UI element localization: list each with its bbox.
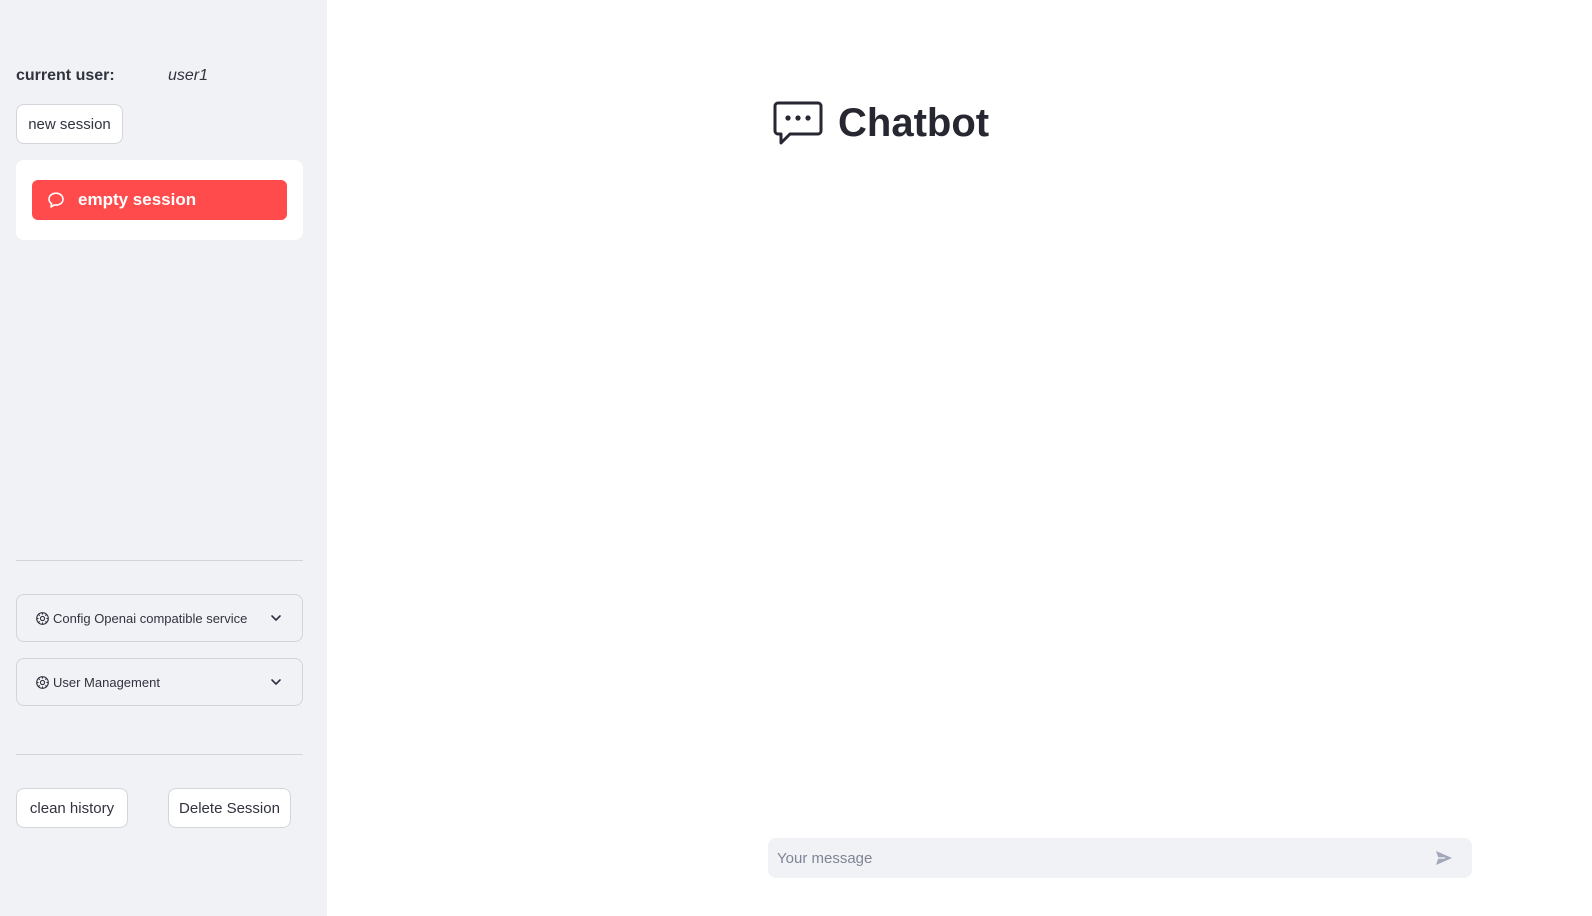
gear-icon — [36, 675, 49, 689]
page-title: Chatbot — [838, 100, 990, 145]
message-input[interactable] — [768, 838, 1434, 878]
config-openai-expander[interactable]: Config Openai compatible service — [16, 594, 303, 642]
chevron-down-icon — [271, 615, 281, 621]
current-user-value: user1 — [168, 67, 209, 84]
session-list: empty session — [16, 160, 303, 240]
current-user-label: current user: — [16, 67, 115, 84]
app-window: current user: user1 new session empty se… — [0, 0, 1592, 916]
current-user-row: current user: user1 — [16, 67, 306, 87]
send-icon[interactable] — [1434, 848, 1454, 868]
user-management-expander[interactable]: User Management — [16, 658, 303, 706]
sidebar-divider — [16, 560, 303, 561]
delete-session-button[interactable]: Delete Session — [168, 788, 291, 828]
gear-icon — [36, 611, 49, 625]
sidebar-divider — [16, 754, 303, 755]
page-header: Chatbot — [772, 98, 989, 148]
main-panel: Chatbot — [327, 0, 1592, 916]
new-session-button[interactable]: new session — [16, 104, 123, 144]
expander-label: User Management — [53, 674, 160, 690]
session-item-label: empty session — [78, 190, 197, 209]
clean-history-button[interactable]: clean history — [16, 788, 128, 828]
chat-input-bar — [768, 838, 1472, 878]
chat-bubble-icon — [48, 192, 64, 208]
expander-label: Config Openai compatible service — [53, 610, 248, 626]
session-item-empty-session[interactable]: empty session — [32, 180, 287, 220]
chevron-down-icon — [271, 679, 281, 685]
chat-dots-icon — [773, 101, 823, 145]
sidebar: current user: user1 new session empty se… — [0, 0, 327, 916]
